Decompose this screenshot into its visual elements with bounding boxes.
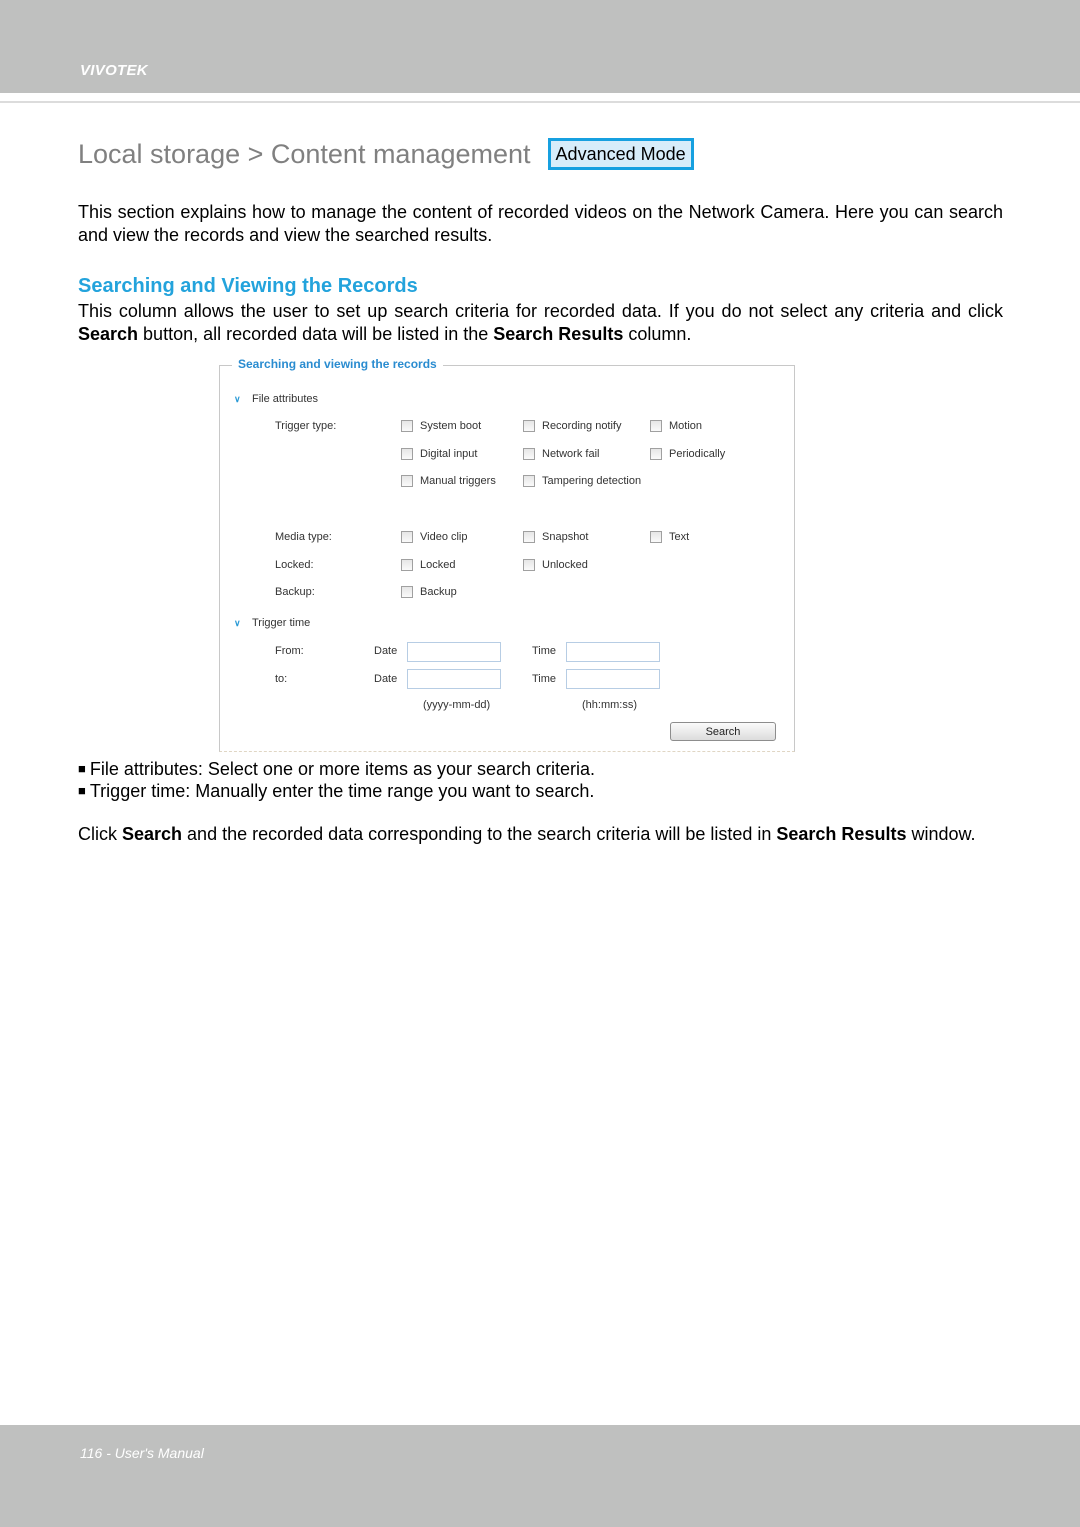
checkbox-motion[interactable]: Motion [650, 420, 702, 432]
checkbox-label: Periodically [669, 448, 726, 460]
checkbox-label: Digital input [420, 448, 478, 460]
checkbox-unlocked[interactable]: Unlocked [523, 559, 588, 571]
checkbox-locked[interactable]: Locked [401, 559, 455, 571]
checkbox-box[interactable] [650, 420, 662, 432]
to-label: to: [275, 673, 288, 685]
checkbox-tampering-detection[interactable]: Tampering detection [523, 475, 641, 487]
checkbox-box[interactable] [650, 448, 662, 460]
bold-search-results: Search Results [776, 824, 907, 844]
checkbox-manual-triggers[interactable]: Manual triggers [401, 475, 496, 487]
media-type-label: Media type: [275, 531, 332, 543]
checkbox-box[interactable] [401, 448, 413, 460]
checkbox-box[interactable] [401, 531, 413, 543]
checkbox-network-fail[interactable]: Network fail [523, 448, 599, 460]
to-time-label: Time [532, 673, 557, 685]
checkbox-periodically[interactable]: Periodically [650, 448, 725, 460]
checkbox-snapshot[interactable]: Snapshot [523, 531, 588, 543]
checkbox-recording-notify[interactable]: Recording notify [523, 420, 622, 432]
checkbox-label: Video clip [420, 531, 468, 543]
closing-paragraph: Click Search and the recorded data corre… [78, 823, 1003, 846]
section-heading: Searching and Viewing the Records [78, 275, 418, 297]
page-number-footer: 116 - User's Manual [80, 1445, 204, 1461]
time-format-hint: (hh:mm:ss) [582, 699, 637, 711]
checkbox-box[interactable] [523, 420, 535, 432]
intro-paragraph: This section explains how to manage the … [78, 202, 1003, 245]
locked-label: Locked: [275, 559, 314, 571]
text-run: This column allows the user to set up se… [78, 301, 1003, 321]
trigger-time-title: Trigger time [252, 617, 311, 629]
checkbox-label: Snapshot [542, 531, 589, 543]
bullet-text: File attributes: Select one or more item… [89, 759, 596, 779]
header-band: VIVOTEK [0, 0, 1080, 93]
checkbox-label: Manual triggers [420, 475, 496, 487]
bold-search: Search [122, 824, 183, 844]
trigger-type-label: Trigger type: [275, 420, 337, 432]
search-button[interactable]: Search [670, 722, 776, 741]
checkbox-label: Tampering detection [542, 475, 642, 487]
chevron-down-icon: ∨ [234, 393, 241, 404]
search-records-panel: Searching and viewing the records ∨ File… [219, 357, 795, 752]
panel-legend: Searching and viewing the records [232, 357, 443, 371]
checkbox-box[interactable] [523, 475, 535, 487]
checkbox-label: Locked [420, 559, 456, 571]
checkbox-label: Motion [669, 420, 703, 432]
to-date-input[interactable] [407, 669, 501, 689]
checkbox-digital-input[interactable]: Digital input [401, 448, 477, 460]
checkbox-label: Text [669, 531, 690, 543]
checkbox-box[interactable] [523, 448, 535, 460]
checkbox-label: Backup [420, 586, 457, 598]
bullet-file-attributes: ■ File attributes: Select one or more ite… [78, 758, 595, 780]
advanced-mode-badge: Advanced Mode [547, 138, 694, 170]
header-divider [0, 101, 1080, 103]
text-run: column. [623, 324, 692, 344]
bullet-square-icon: ■ [78, 783, 86, 798]
checkbox-label: Network fail [542, 448, 600, 460]
to-date-label: Date [374, 673, 398, 685]
date-format-hint: (yyyy-mm-dd) [423, 699, 491, 711]
bold-search: Search [78, 324, 139, 344]
checkbox-box[interactable] [523, 531, 535, 543]
file-attributes-title: File attributes [252, 393, 319, 405]
to-time-input[interactable] [566, 669, 660, 689]
text-run: window. [906, 824, 976, 844]
checkbox-box[interactable] [650, 531, 662, 543]
chevron-down-icon: ∨ [234, 617, 241, 628]
from-label: From: [275, 645, 304, 657]
from-date-label: Date [374, 645, 398, 657]
section-paragraph: This column allows the user to set up se… [78, 300, 1003, 346]
checkbox-label: Recording notify [542, 420, 622, 432]
from-date-input[interactable] [407, 642, 501, 662]
checkbox-text[interactable]: Text [650, 531, 689, 543]
trigger-time-toggle[interactable]: ∨ Trigger time [234, 617, 310, 629]
checkbox-box[interactable] [401, 420, 413, 432]
checkbox-system-boot[interactable]: System boot [401, 420, 481, 432]
checkbox-box[interactable] [401, 559, 413, 571]
checkbox-box[interactable] [401, 586, 413, 598]
text-run: and the recorded data corresponding to t… [182, 824, 777, 844]
backup-label: Backup: [275, 586, 315, 598]
checkbox-label: System boot [420, 420, 482, 432]
bullet-text: Trigger time: Manually enter the time ra… [89, 781, 595, 801]
bullet-trigger-time: ■ Trigger time: Manually enter the time r… [78, 780, 594, 802]
text-run: Click [78, 824, 122, 844]
brand-logo: VIVOTEK [80, 62, 148, 79]
footer-band: 116 - User's Manual [0, 1425, 1080, 1527]
checkbox-box[interactable] [523, 559, 535, 571]
checkbox-label: Unlocked [542, 559, 588, 571]
from-time-input[interactable] [566, 642, 660, 662]
bullet-square-icon: ■ [78, 761, 86, 776]
from-time-label: Time [532, 645, 557, 657]
checkbox-backup[interactable]: Backup [401, 586, 457, 598]
checkbox-box[interactable] [401, 475, 413, 487]
bold-search-results: Search Results [493, 324, 624, 344]
page-title-row: Local storage > Content management Advan… [78, 138, 694, 170]
page-title: Local storage > Content management [78, 138, 531, 169]
file-attributes-toggle[interactable]: ∨ File attributes [234, 393, 318, 405]
text-run: button, all recorded data will be listed… [138, 324, 494, 344]
checkbox-video-clip[interactable]: Video clip [401, 531, 468, 543]
